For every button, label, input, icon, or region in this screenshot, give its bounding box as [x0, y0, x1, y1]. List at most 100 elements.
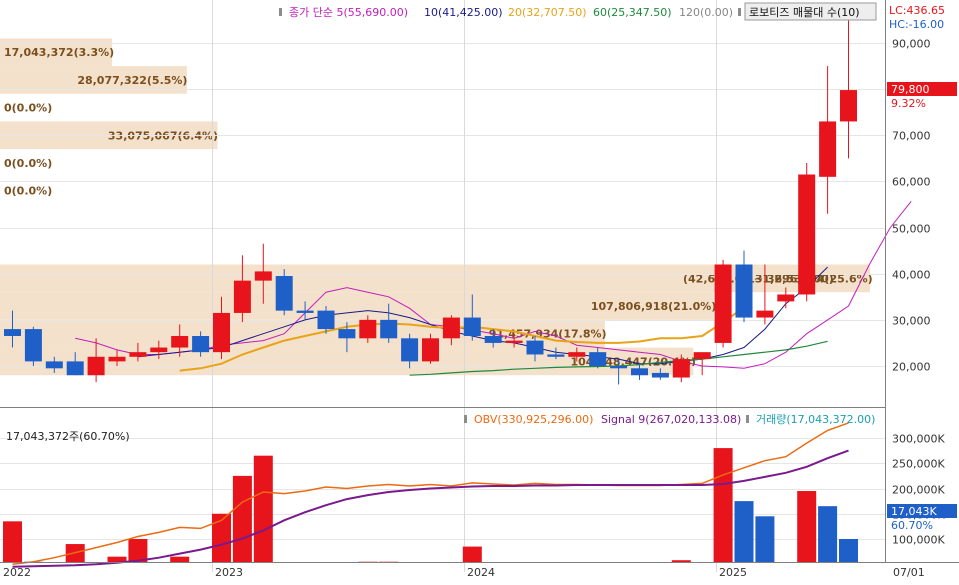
- candle-body: [756, 311, 773, 318]
- stock-chart-svg[interactable]: 17,043,372(3.3%) 28,077,322(5.5%) 0(0.0%) 3…: [0, 0, 959, 581]
- chart-window: 17,043,372(3.3%) 28,077,322(5.5%) 0(0.0%) 3…: [0, 0, 959, 581]
- candle-body: [171, 336, 188, 348]
- volume-tick-label: 300,000K: [892, 433, 945, 446]
- volume-panel-label: 17,043,372주(60.70%): [6, 430, 130, 443]
- current-volume-ratio: 60.70%: [891, 519, 933, 532]
- legend-ma120[interactable]: 120(0.00): [679, 6, 733, 19]
- candle-body: [401, 338, 418, 361]
- x-tick-label: 07/01: [893, 566, 925, 579]
- candle-body: [150, 348, 167, 353]
- legend-ma60[interactable]: 60(25,347.50): [593, 6, 672, 19]
- candle-body: [88, 357, 105, 375]
- candle-body: [338, 329, 355, 338]
- candle-body: [589, 352, 606, 366]
- candle-body: [568, 352, 585, 357]
- volume-profile-label: 107,806,918(21.0%): [591, 300, 716, 313]
- candle-body: [318, 311, 335, 329]
- candle-body: [380, 320, 397, 338]
- price-tick-label: 60,000: [892, 176, 931, 189]
- price-tick-label: 50,000: [892, 223, 931, 236]
- volume-legend: OBV(330,925,296.00) Signal 9(267,020,133…: [464, 413, 875, 426]
- legend-ma20[interactable]: 20(32,707.50): [508, 6, 587, 19]
- candle-body: [109, 357, 126, 362]
- candle-body: [631, 368, 648, 375]
- price-tick-label: 30,000: [892, 315, 931, 328]
- volume-bar: [839, 539, 858, 562]
- candle-body: [255, 271, 272, 280]
- volume-bar: [3, 521, 22, 562]
- lc-value: LC:436.65: [889, 4, 945, 17]
- x-tick-label: 2023: [215, 566, 243, 579]
- candle-body: [777, 294, 794, 301]
- volume-tick-label: 200,000K: [892, 484, 945, 497]
- candle-body: [422, 338, 439, 361]
- candle-body: [464, 318, 481, 336]
- candle-body: [840, 90, 857, 121]
- volume-bar: [233, 476, 252, 562]
- candle-body: [819, 121, 836, 176]
- candle-body: [129, 352, 146, 357]
- volume-tick-label: 250,000K: [892, 458, 945, 471]
- volume-profile-label: 0(0.0%): [4, 102, 52, 115]
- legend-marker-icon: [738, 8, 741, 16]
- volume-bar: [128, 539, 147, 562]
- volume-profile-label: 17,043,372(3.3%): [4, 46, 114, 59]
- price-tick-label: 70,000: [892, 130, 931, 143]
- volume-bar: [463, 547, 482, 562]
- candle-body: [297, 311, 314, 313]
- candle-body: [234, 281, 251, 313]
- legend-obv[interactable]: OBV(330,925,296.00): [474, 413, 593, 426]
- candle-body: [359, 320, 376, 338]
- legend-ma10[interactable]: 10(41,425.00): [424, 6, 503, 19]
- price-tick-label: 90,000: [892, 38, 931, 51]
- price-tick-label: 40,000: [892, 269, 931, 282]
- volume-bar: [254, 456, 273, 562]
- candle-body: [213, 313, 230, 352]
- volume-bar: [170, 557, 189, 562]
- volume-profile-label: 28,077,322(5.5%): [77, 74, 187, 87]
- candle-body: [276, 276, 293, 311]
- candle-body: [610, 366, 627, 368]
- candle-body: [652, 373, 669, 378]
- volume-bar: [755, 516, 774, 562]
- candle-body: [506, 341, 523, 343]
- volume-bar: [735, 501, 754, 562]
- candle-body: [25, 329, 42, 361]
- legend-volume[interactable]: 거래량(17,043,372.00): [756, 413, 875, 426]
- legend-ma5[interactable]: 종가 단순 5(55,690.00): [289, 6, 408, 19]
- volume-tick-label: 100,000K: [892, 534, 945, 547]
- overlay-title: 로보티즈 매물대 수(10): [749, 6, 860, 19]
- candle-body: [736, 264, 753, 317]
- volume-profile-label: 0(0.0%): [4, 185, 52, 198]
- price-legend: 종가 단순 5(55,690.00) 10(41,425.00) 20(32,7…: [279, 3, 876, 20]
- volume-bar: [714, 448, 733, 562]
- candle-body: [46, 361, 63, 368]
- x-tick-label: 2022: [3, 566, 31, 579]
- candle-body: [798, 175, 815, 295]
- candle-body: [547, 354, 564, 356]
- candle-body: [694, 352, 711, 359]
- candle-body: [4, 329, 21, 336]
- volume-bar: [797, 491, 816, 562]
- volume-bar: [672, 560, 691, 562]
- legend-marker-icon: [279, 8, 282, 16]
- legend-signal[interactable]: Signal 9(267,020,133.08): [601, 413, 741, 426]
- x-tick-label: 2024: [467, 566, 495, 579]
- price-tick-label: 20,000: [892, 361, 931, 374]
- current-volume-value: 17,043K: [891, 505, 937, 518]
- candle-body: [67, 361, 84, 375]
- x-tick-label: 2025: [719, 566, 747, 579]
- current-price-value: 79,800: [891, 83, 930, 96]
- volume-profile-label: 0(0.0%): [4, 157, 52, 170]
- candle-body: [485, 336, 502, 343]
- legend-marker-icon: [746, 415, 749, 423]
- candle-body: [715, 264, 732, 342]
- candle-body: [527, 341, 544, 355]
- candle-body: [192, 336, 209, 352]
- volume-bar: [818, 506, 837, 562]
- candle-body: [673, 359, 690, 377]
- hc-value: HC:-16.00: [889, 18, 944, 31]
- current-price-change: 9.32%: [891, 97, 926, 110]
- legend-marker-icon: [464, 415, 467, 423]
- candle-body: [443, 318, 460, 339]
